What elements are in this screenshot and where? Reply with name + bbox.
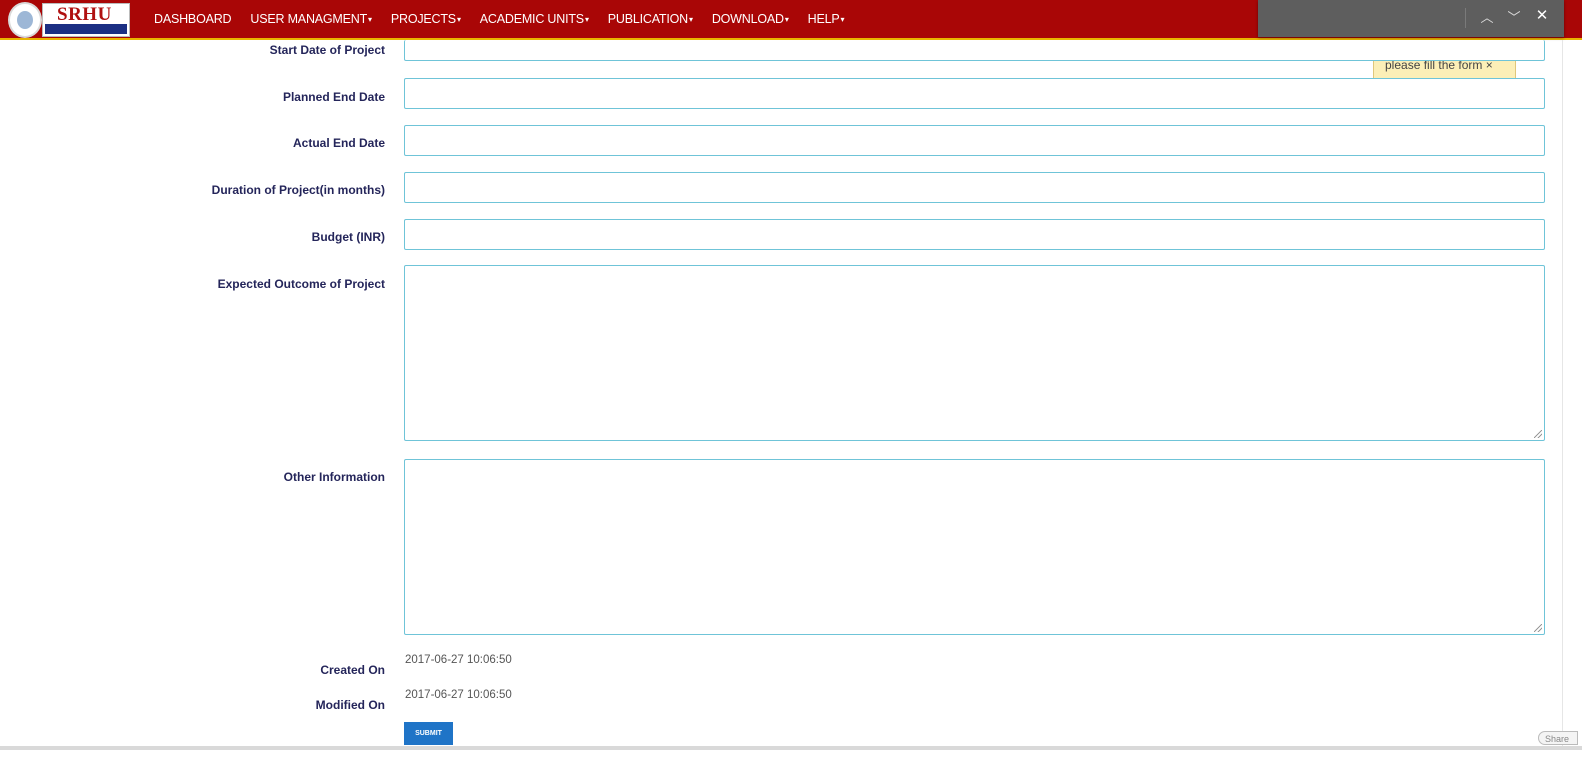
submit-button[interactable]: SUBMIT	[404, 722, 453, 745]
nav-academic-units[interactable]: ACADEMIC UNITS▾	[480, 12, 589, 26]
budget-label: Budget (INR)	[311, 230, 385, 244]
caret-down-icon: ▾	[784, 15, 789, 24]
logo-text: SRHU	[57, 4, 112, 25]
nav-publication[interactable]: PUBLICATION▾	[608, 12, 693, 26]
caret-down-icon: ▾	[368, 15, 372, 24]
created-on-value: 2017-06-27 10:06:50	[405, 654, 512, 666]
resize-handle-icon[interactable]	[1534, 430, 1542, 438]
find-bar-separator	[1465, 8, 1466, 28]
actual-end-date-label: Actual End Date	[292, 136, 385, 150]
other-information-textarea[interactable]	[404, 459, 1545, 635]
duration-input[interactable]	[404, 172, 1545, 203]
nav-projects[interactable]: PROJECTS▾	[391, 12, 461, 26]
start-date-label: Start Date of Project	[269, 43, 385, 57]
expected-outcome-textarea[interactable]	[404, 265, 1545, 441]
close-icon[interactable]: ✕	[1532, 6, 1552, 24]
modified-on-value: 2017-06-27 10:06:50	[405, 689, 512, 701]
created-on-label: Created On	[320, 663, 385, 677]
expected-outcome-label: Expected Outcome of Project	[217, 277, 385, 291]
logo-banner: SRHU	[42, 3, 130, 37]
other-information-label: Other Information	[283, 470, 385, 484]
nav-help[interactable]: HELP▾	[808, 12, 845, 26]
resize-handle-icon[interactable]	[1534, 624, 1542, 632]
page-scroll-edge	[1562, 40, 1563, 746]
chevron-down-icon[interactable]: ﹀	[1504, 7, 1524, 26]
nav-dashboard[interactable]: DASHBOARD	[154, 12, 232, 26]
find-bar: ︿ ﹀ ✕	[1258, 0, 1564, 37]
nav-menu: DASHBOARD USER MANAGMENT▾ PROJECTS▾ ACAD…	[154, 12, 863, 26]
modified-on-label: Modified On	[315, 698, 385, 712]
nav-download[interactable]: DOWNLOAD▾	[712, 12, 789, 26]
chevron-up-icon[interactable]: ︿	[1477, 7, 1497, 26]
caret-down-icon: ▾	[584, 15, 589, 24]
share-button[interactable]: Share	[1538, 731, 1578, 745]
budget-input[interactable]	[404, 219, 1545, 250]
duration-label: Duration of Project(in months)	[211, 183, 385, 197]
start-date-input[interactable]	[404, 40, 1545, 61]
logo-strip	[45, 24, 127, 34]
caret-down-icon: ▾	[840, 15, 845, 24]
bottom-scrollbar[interactable]	[0, 746, 1582, 750]
nav-user-management[interactable]: USER MANAGMENT▾	[250, 12, 372, 26]
actual-end-date-input[interactable]	[404, 125, 1545, 156]
caret-down-icon: ▾	[689, 15, 693, 24]
planned-end-date-label: Planned End Date	[282, 90, 385, 104]
caret-down-icon: ▾	[456, 15, 461, 24]
university-logo[interactable]: SRHU	[8, 2, 130, 38]
planned-end-date-input[interactable]	[404, 78, 1545, 109]
logo-seal-icon	[8, 2, 42, 38]
